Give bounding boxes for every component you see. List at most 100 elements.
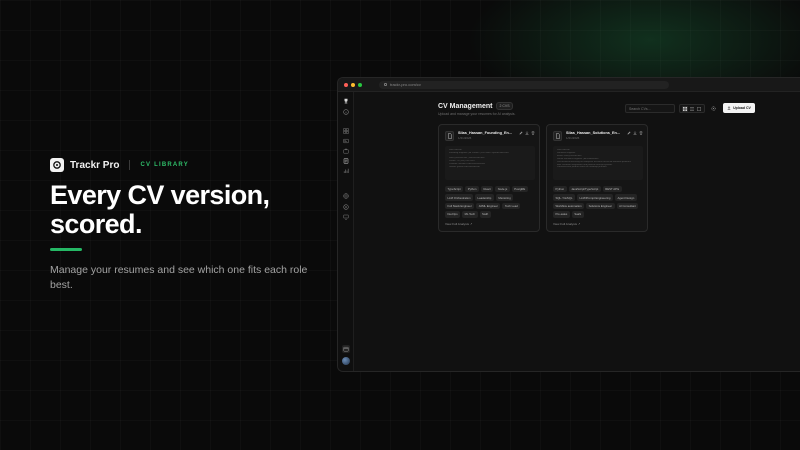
- skill-tag: PostgRE: [511, 186, 528, 193]
- id-card-icon[interactable]: [343, 138, 349, 144]
- headline: Every CV version, scored.: [50, 181, 350, 239]
- headline-line-1: Every CV version,: [50, 180, 270, 210]
- file-icon: [445, 131, 454, 141]
- trash-icon[interactable]: [531, 131, 535, 135]
- skill-tag: ML Tech: [462, 211, 478, 218]
- avatar[interactable]: [342, 357, 350, 365]
- grid-view-icon[interactable]: [681, 105, 688, 112]
- page-subtitle: Upload and manage your resumes for AI an…: [438, 112, 516, 116]
- cv-preview: Silas Hassan Solutions Engineer Email: s…: [553, 146, 643, 180]
- gear-icon[interactable]: [710, 105, 717, 112]
- skill-tag: Python: [553, 186, 567, 193]
- browser-topbar: trackr-pro.com/cv: [338, 78, 800, 92]
- upload-icon: [727, 106, 731, 110]
- skill-tag: DevOps: [445, 211, 461, 218]
- brand-divider: [129, 160, 131, 170]
- search-input[interactable]: Search CVs...: [625, 104, 675, 113]
- skill-tags: TypeScript Python React Node.js PostgRE …: [445, 186, 533, 218]
- preview-line: Founding Engineer | AI Product | Full St…: [449, 151, 509, 154]
- cv-card[interactable]: Silas_Hassan_Founding_En... 1/21/2026 Si…: [438, 124, 540, 232]
- skill-tag: REST APIs: [602, 186, 622, 193]
- card-titles: Silas_Hassan_Founding_En... 1/21/2026: [458, 131, 517, 140]
- download-icon[interactable]: [525, 131, 529, 135]
- url-text: trackr-pro.com/cv: [390, 82, 421, 87]
- view-toggle: [679, 104, 705, 113]
- external-link-icon: ↗: [577, 222, 581, 226]
- edit-icon[interactable]: [627, 131, 631, 135]
- skill-tag: Tech Lead: [502, 202, 521, 210]
- bar-chart-icon[interactable]: [343, 168, 349, 174]
- skill-tag: Node.js: [495, 186, 510, 193]
- skill-tag: Pre-sales: [553, 211, 570, 218]
- cv-preview: Silas Hassan Founding Engineer | AI Prod…: [445, 146, 535, 180]
- card-actions: [519, 131, 535, 135]
- preview-line: GitHub: github.com/silashassan: [449, 165, 480, 168]
- skill-tag: LLM Orchestration: [445, 194, 474, 201]
- brand-name: Trackr Pro: [70, 159, 120, 171]
- compact-view-icon[interactable]: [696, 106, 702, 112]
- list-view-icon[interactable]: [689, 106, 695, 112]
- brand-tag: CV LIBRARY: [140, 162, 189, 168]
- view-analysis-link[interactable]: View Full Analysis ↗: [445, 222, 472, 226]
- view-analysis-label: View Full Analysis: [445, 222, 469, 226]
- browser-window: trackr-pro.com/cv CV Management 2 CVS Up…: [337, 77, 800, 372]
- accent-underline: [50, 248, 82, 251]
- globe-icon[interactable]: [343, 193, 349, 199]
- cv-file-name: Silas_Hassan_Solutions_En...: [566, 131, 621, 135]
- info-icon[interactable]: [343, 109, 349, 115]
- cv-date: 1/21/2026: [566, 136, 580, 140]
- file-icon: [553, 131, 562, 141]
- skill-tag: TypeScript: [445, 186, 464, 193]
- view-analysis-link[interactable]: View Full Analysis ↗: [553, 222, 580, 226]
- preview-line: Partnered with product teams on roadmap …: [557, 166, 607, 169]
- cv-count-badge: 2 CVS: [496, 102, 513, 110]
- edit-icon[interactable]: [519, 131, 523, 135]
- minimize-window-dot[interactable]: [351, 82, 355, 87]
- card-header: Silas_Hassan_Founding_En... 1/21/2026: [445, 131, 535, 141]
- skill-tags: Python JavaScript/TypeScript REST APIs S…: [553, 186, 641, 218]
- sidebar: [338, 92, 354, 371]
- skill-tag: JavaScript/TypeScript: [568, 186, 601, 193]
- settings-icon[interactable]: [343, 204, 349, 210]
- skill-tag: React: [480, 186, 494, 193]
- cv-date: 1/21/2026: [458, 136, 472, 140]
- trophy-icon[interactable]: [343, 98, 349, 104]
- upload-cv-button[interactable]: Upload CV: [723, 103, 755, 113]
- brand: Trackr Pro CV LIBRARY: [50, 158, 189, 172]
- download-icon[interactable]: [633, 131, 637, 135]
- skill-tag: Full Stack Engineer: [445, 202, 475, 210]
- cv-card[interactable]: Silas_Hassan_Solutions_En... 1/21/2026 S…: [546, 124, 648, 232]
- app: CV Management 2 CVS Upload and manage yo…: [338, 92, 800, 371]
- skill-tag: LLM/Prompt Engineering: [577, 194, 613, 201]
- card-titles: Silas_Hassan_Solutions_En... 1/21/2026: [566, 131, 625, 140]
- cv-file-name: Silas_Hassan_Founding_En...: [458, 131, 513, 135]
- upload-cv-label: Upload CV: [733, 106, 751, 110]
- skill-tag: Mentoring: [495, 194, 514, 201]
- document-icon[interactable]: [343, 158, 349, 164]
- page-title: CV Management 2 CVS: [438, 102, 513, 110]
- trash-icon[interactable]: [639, 131, 643, 135]
- briefcase-icon[interactable]: [343, 148, 349, 154]
- skill-tag: SaaS: [571, 211, 584, 218]
- address-bar[interactable]: trackr-pro.com/cv: [379, 80, 669, 89]
- skill-tag: Solutions Engineer: [586, 202, 615, 210]
- monitor-icon[interactable]: [343, 214, 349, 220]
- lock-icon: [384, 83, 387, 86]
- skill-tag: AI/ML Engineer: [476, 202, 501, 210]
- maximize-window-dot[interactable]: [358, 82, 362, 87]
- main-content: CV Management 2 CVS Upload and manage yo…: [354, 92, 800, 371]
- skill-tag: Leadership: [475, 194, 494, 201]
- skill-tag: AI Consultant: [616, 202, 639, 210]
- page-title-text: CV Management: [438, 102, 493, 110]
- skill-tag: Workflow automation: [553, 202, 585, 210]
- close-window-dot[interactable]: [344, 82, 348, 87]
- external-link-icon: ↗: [469, 222, 473, 226]
- grid-icon[interactable]: [343, 128, 349, 134]
- calendar-icon[interactable]: [342, 345, 350, 353]
- skill-tag: SQL / NoSQL: [553, 194, 575, 201]
- skill-tag: Python: [465, 186, 479, 193]
- trackr-logo-icon: [50, 158, 64, 172]
- skill-tag: Agent Design: [614, 194, 637, 201]
- skill-tag: Swift: [479, 211, 491, 218]
- hero-subtitle: Manage your resumes and see which one fi…: [50, 264, 308, 291]
